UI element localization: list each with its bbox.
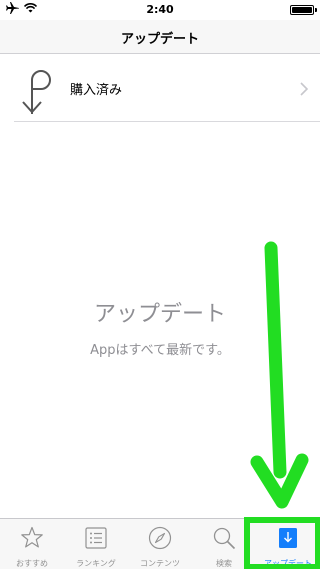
annotation-arrow <box>250 241 309 509</box>
annotation-highlight-box <box>244 517 320 569</box>
